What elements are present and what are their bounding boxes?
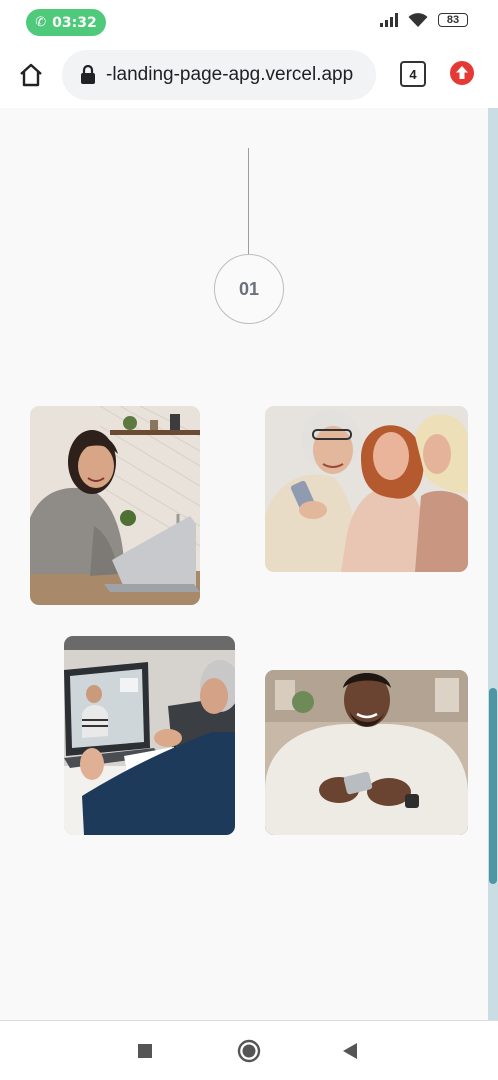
step-number: 01 (238, 278, 260, 299)
ongoing-call-pill[interactable]: ✆ 03:32 (26, 9, 106, 36)
step-connector-line (248, 148, 249, 256)
navigation-bar (0, 1020, 498, 1080)
call-time: 03:32 (52, 14, 97, 31)
tabs-button[interactable]: 4 (400, 61, 426, 87)
three-women-phone-photo (265, 406, 468, 572)
tab-count: 4 (409, 66, 417, 82)
update-icon[interactable] (450, 61, 474, 85)
video-call-meeting-photo (64, 636, 235, 835)
man-smartphone-photo (265, 670, 468, 835)
home-button[interactable] (14, 58, 48, 92)
back-button[interactable] (338, 1039, 362, 1063)
status-bar: ✆ 03:32 83 (0, 0, 498, 44)
home-nav-button[interactable] (237, 1039, 261, 1063)
back-triangle-icon (343, 1043, 357, 1059)
signal-icon (380, 13, 398, 27)
browser-toolbar: -landing-page-apg.vercel.app 4 (0, 44, 498, 108)
scrollbar-thumb[interactable] (489, 688, 497, 884)
step-number-circle: 01 (214, 254, 284, 324)
url-text: -landing-page-apg.vercel.app (106, 64, 354, 85)
home-icon (20, 63, 42, 87)
recents-button[interactable] (133, 1039, 157, 1063)
recents-square-icon (138, 1044, 152, 1058)
address-bar[interactable]: -landing-page-apg.vercel.app (62, 50, 376, 100)
battery-level: 83 (446, 14, 460, 26)
phone-icon: ✆ (35, 15, 47, 30)
battery-icon: 83 (438, 13, 468, 27)
lock-icon (81, 65, 95, 84)
system-icons: 83 (380, 12, 468, 28)
home-circle-icon (237, 1039, 261, 1063)
wifi-icon (408, 13, 428, 27)
woman-laptop-kitchen-photo (30, 406, 200, 605)
